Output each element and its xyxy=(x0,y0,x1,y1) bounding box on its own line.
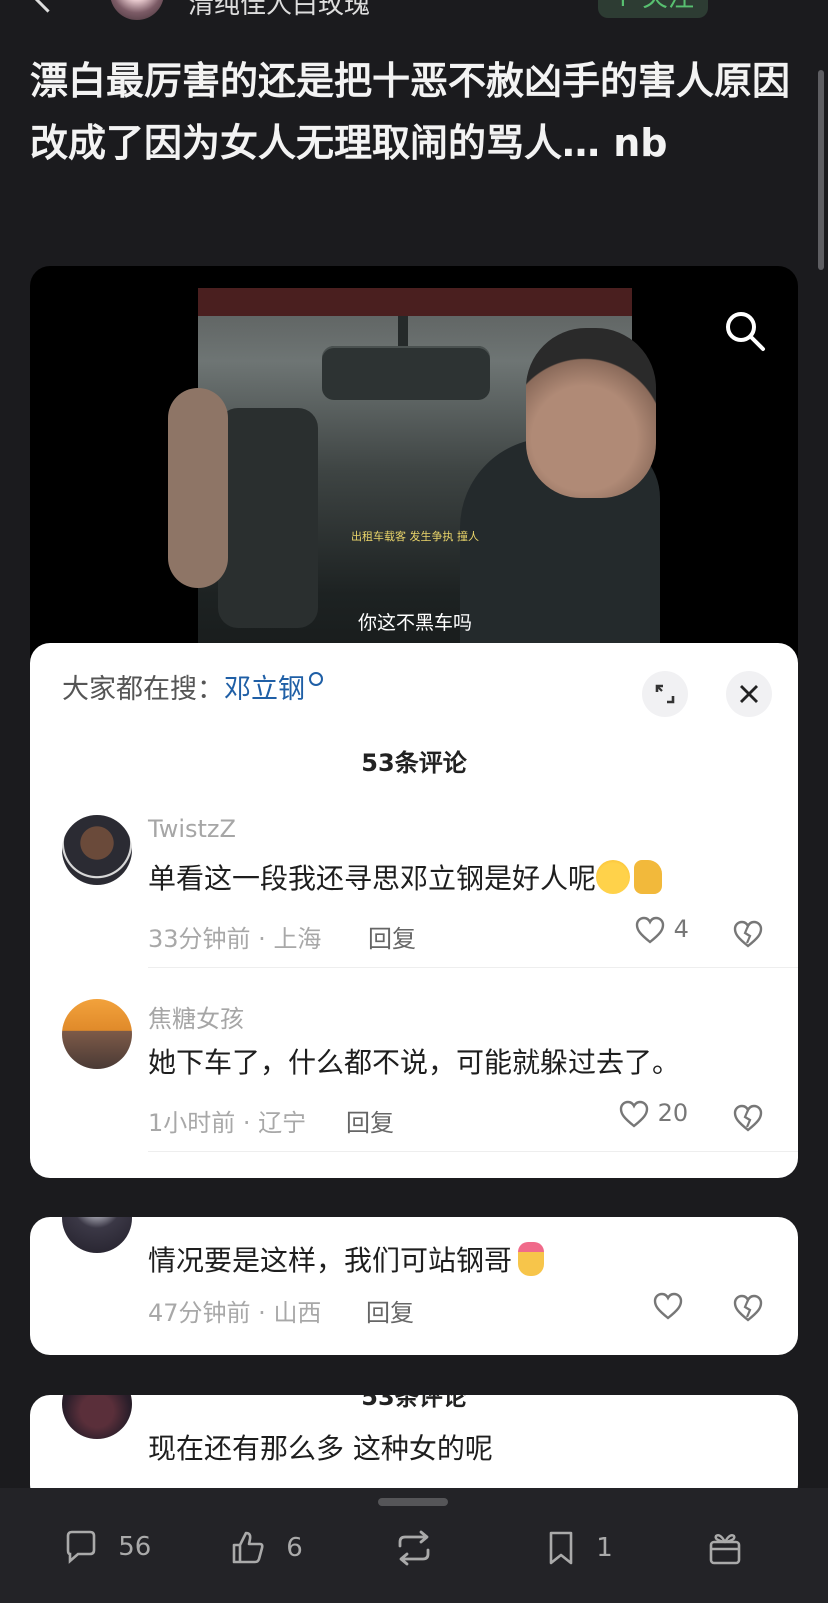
trending-search-keyword[interactable]: 邓立钢 xyxy=(224,674,305,705)
mini-search-icon xyxy=(309,672,323,686)
video-frame: 出租车载客 发生争执 撞人 你这不黑车吗 xyxy=(168,288,660,696)
bookmark-icon xyxy=(549,1531,573,1565)
repost-icon xyxy=(398,1530,430,1566)
avatar[interactable] xyxy=(62,1395,132,1439)
comment-action[interactable]: 56 xyxy=(62,1528,151,1572)
comment-text: 情况要是这样，我们可站钢哥 xyxy=(148,1239,545,1279)
rearview-mirror xyxy=(322,346,490,400)
author-avatar[interactable] xyxy=(110,0,164,20)
search-icon[interactable] xyxy=(722,308,768,354)
broken-heart-icon xyxy=(733,1104,763,1132)
video-caption: 出租车载客 发生争执 撞人 xyxy=(351,530,479,543)
avatar[interactable] xyxy=(62,999,132,1069)
broken-heart-icon xyxy=(733,1294,763,1322)
thumbs-up-emoji-icon xyxy=(634,860,663,894)
avatar[interactable] xyxy=(62,815,132,885)
like-count: 4 xyxy=(673,915,689,943)
gift-icon xyxy=(709,1534,741,1565)
scrollbar[interactable] xyxy=(818,70,824,270)
broken-heart-icon xyxy=(733,920,763,948)
comment-item: 焦糖女孩 她下车了，什么都不说，可能就躲过去了。 1小时前 · 辽宁 回复 20 xyxy=(30,999,798,1149)
video-subtitle: 你这不黑车吗 xyxy=(357,612,472,634)
trending-search-prefix: 大家都在搜： xyxy=(62,674,224,705)
like-action[interactable]: 6 xyxy=(228,1528,303,1572)
expand-button[interactable] xyxy=(642,671,688,717)
laughing-emoji-icon xyxy=(596,860,631,894)
dislike-button[interactable] xyxy=(732,1293,764,1323)
bookmark-total: 1 xyxy=(596,1533,613,1563)
like-count: 20 xyxy=(657,1099,689,1127)
repost-action[interactable] xyxy=(392,1528,436,1572)
comment-meta: 33分钟前 · 上海 xyxy=(148,925,322,953)
comment-total: 56 xyxy=(118,1532,152,1562)
comment-text: 现在还有那么多 这种女的呢 xyxy=(148,1432,493,1465)
like-total: 6 xyxy=(286,1533,303,1563)
comment-username[interactable]: TwistzZ xyxy=(148,815,236,843)
follow-button[interactable]: + 关注 xyxy=(598,0,708,18)
comment-count: 53条评论 xyxy=(361,749,467,777)
back-arrow-icon[interactable] xyxy=(28,0,67,13)
heart-icon xyxy=(653,1292,683,1320)
close-button[interactable] xyxy=(726,671,772,717)
like-button[interactable]: 20 xyxy=(618,1099,688,1129)
video-player[interactable]: 出租车载客 发生争执 撞人 你这不黑车吗 xyxy=(30,266,798,696)
top-bar: 清纯佳人白玫瑰 + 关注 xyxy=(0,0,828,24)
like-button[interactable]: 4 xyxy=(634,915,689,945)
heart-icon xyxy=(635,916,665,944)
comment-item: TwistzZ 单看这一段我还寻思邓立钢是好人呢 33分钟前 · 上海 回复 4 xyxy=(30,815,798,965)
comment-meta: 1小时前 · 辽宁 xyxy=(148,1109,307,1137)
comment-meta: 47分钟前 · 山西 xyxy=(148,1299,322,1327)
thumbs-up-icon xyxy=(232,1531,264,1564)
avatar[interactable] xyxy=(62,1217,132,1253)
comment-card: 情况要是这样，我们可站钢哥 47分钟前 · 山西 回复 xyxy=(30,1217,798,1355)
gift-action[interactable] xyxy=(706,1528,744,1572)
comment-count: 53条评论 xyxy=(361,1395,467,1411)
like-button[interactable] xyxy=(652,1291,684,1321)
finger-heart-emoji-icon xyxy=(518,1242,545,1276)
comment-panel: 大家都在搜：邓立钢 53条评论 TwistzZ 单看这一段我还寻思邓立钢是好人呢… xyxy=(30,643,798,1178)
trending-search[interactable]: 大家都在搜：邓立钢 xyxy=(62,667,323,706)
reply-button[interactable]: 回复 xyxy=(346,1103,394,1138)
dislike-button[interactable] xyxy=(732,919,764,949)
comment-bubble-icon xyxy=(66,1530,96,1564)
comment-text: 单看这一段我还寻思邓立钢是好人呢 xyxy=(148,857,663,897)
dislike-button[interactable] xyxy=(732,1103,764,1133)
reply-button[interactable]: 回复 xyxy=(368,919,416,954)
drag-handle[interactable] xyxy=(378,1498,448,1506)
reply-button[interactable]: 回复 xyxy=(366,1293,414,1328)
heart-icon xyxy=(619,1100,649,1128)
post-title: 漂白最厉害的还是把十恶不赦凶手的害人原因改成了因为女人无理取闹的骂人… nb xyxy=(30,59,791,165)
bottom-action-bar: 56 6 1 xyxy=(0,1488,828,1603)
comment-username[interactable]: 焦糖女孩 xyxy=(148,999,244,1034)
author-name[interactable]: 清纯佳人白玫瑰 xyxy=(188,0,370,21)
bookmark-action[interactable]: 1 xyxy=(544,1528,613,1572)
comment-text: 她下车了，什么都不说，可能就躲过去了。 xyxy=(148,1046,681,1079)
